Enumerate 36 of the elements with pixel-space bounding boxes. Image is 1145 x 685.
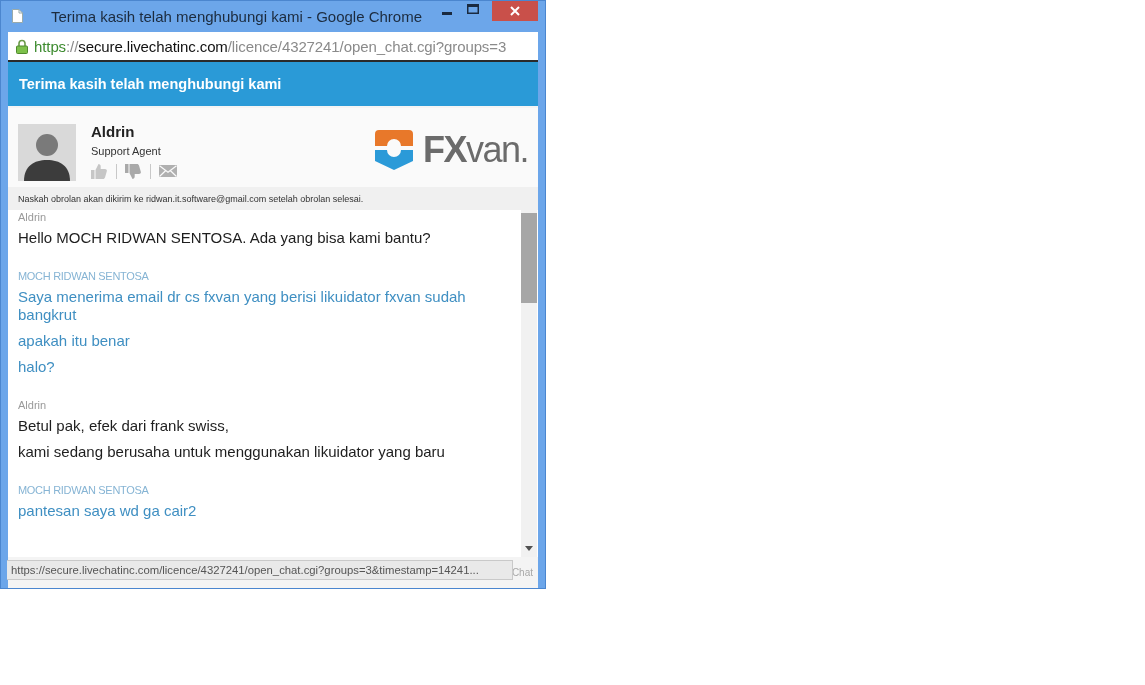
chat-message: Betul pak, efek dari frank swiss, [18, 417, 229, 435]
chat-message: halo? [18, 358, 55, 376]
chat-message: Hello MOCH RIDWAN SENTOSA. Ada yang bisa kami bantu? [18, 229, 431, 247]
transcript-notice: Naskah obrolan akan dikirim ke ridwan.it.software@gmail.com setelah obrolan selesai. [8, 187, 538, 210]
brand-logo-text: FXvan. [422, 130, 528, 170]
rate-good-button[interactable] [91, 163, 107, 179]
email-transcript-button[interactable] [159, 165, 177, 177]
chat-message: apakah itu benar [18, 332, 130, 350]
chat-message: pantesan saya wd ga cair2 [18, 502, 197, 520]
scrollbar-track[interactable] [521, 210, 537, 557]
sender-name: Aldrin [18, 211, 47, 224]
window-title: Terima kasih telah menghubungi kami - Google Chrome [51, 7, 422, 25]
agent-name: Aldrin [91, 123, 135, 141]
thumbs-down-icon [125, 163, 141, 179]
sender-name: Aldrin [18, 399, 47, 412]
footer-label: Chat [511, 567, 533, 578]
minimize-icon [442, 11, 452, 15]
page-icon [12, 9, 23, 23]
chat-message: Saya menerima email dr cs fxvan yang berisi likuidator fxvan sudah bangkrut [18, 288, 467, 324]
chat-message: kami sedang berusaha untuk menggunakan likuidator yang baru [18, 443, 445, 461]
close-icon [510, 6, 520, 16]
scroll-down-arrow-icon[interactable] [525, 546, 533, 551]
chat-header-title: Terima kasih telah menghubungi kami [19, 76, 282, 92]
link-status-tooltip: https://secure.livechatinc.com/licence/4327241/open_chat.cgi?groups=3&timestamp=14241... [7, 560, 513, 580]
maximize-icon [467, 4, 479, 14]
sender-name: MOCH RIDWAN SENTOSA [18, 270, 149, 283]
shield-logo-icon [374, 130, 413, 170]
thumbs-up-icon [91, 163, 107, 179]
envelope-icon [159, 165, 177, 177]
agent-role: Support Agent [91, 144, 161, 158]
close-button[interactable] [492, 1, 538, 21]
sender-name: MOCH RIDWAN SENTOSA [18, 484, 149, 497]
scrollbar-thumb[interactable] [521, 213, 537, 303]
avatar-silhouette-icon [18, 124, 76, 181]
rate-bad-button[interactable] [125, 163, 141, 179]
address-field[interactable]: https://secure.livechatinc.com/licence/4327241/open_chat.cgi?groups=3 [8, 32, 538, 62]
